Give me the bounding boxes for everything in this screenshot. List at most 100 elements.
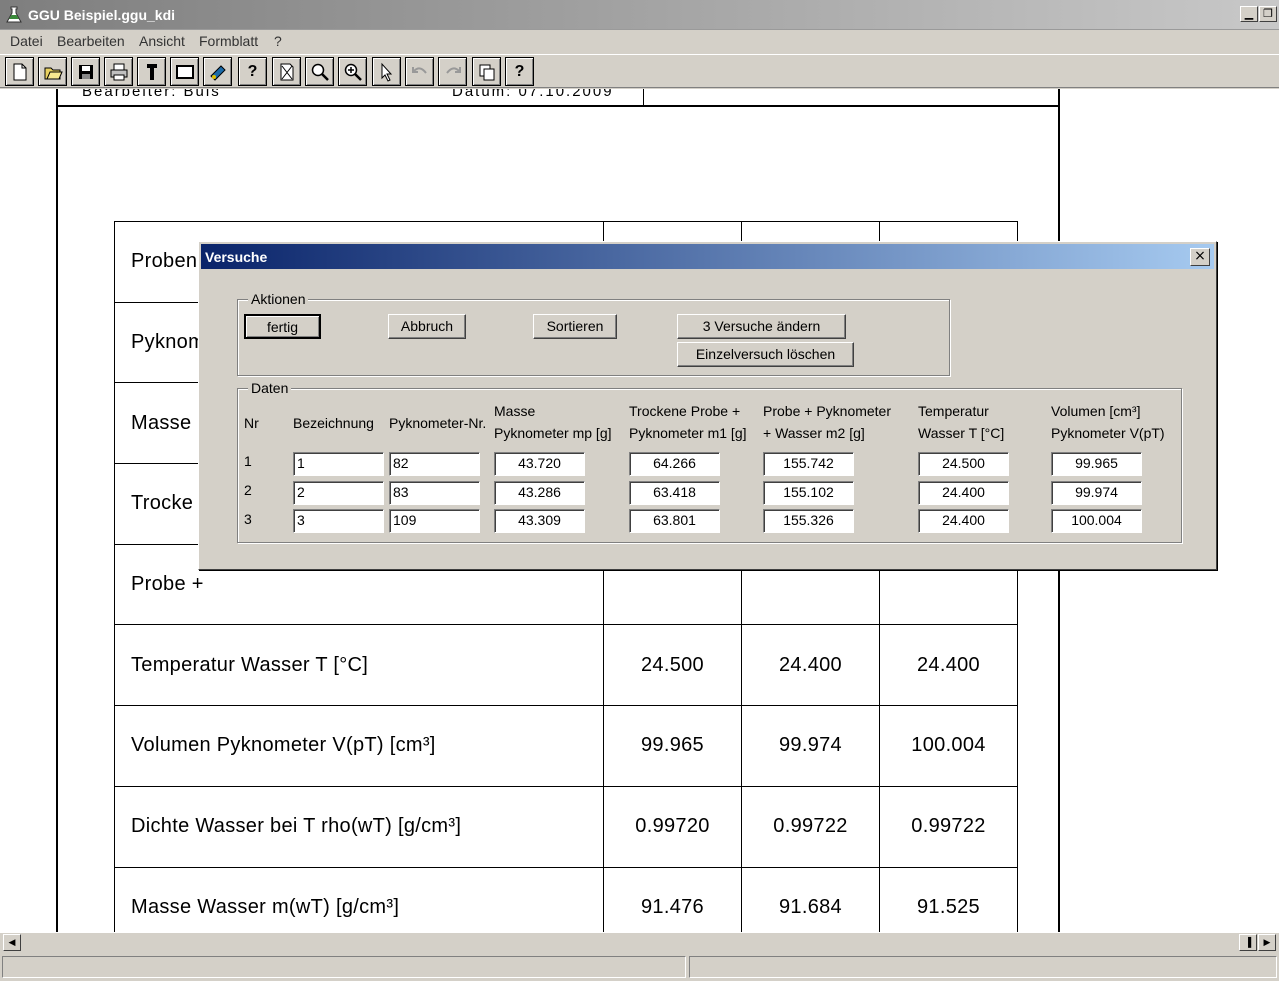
pyknometer-nr-input[interactable]: 82 (389, 452, 480, 476)
window-icon (175, 64, 194, 79)
restore-button[interactable]: ❐ (1259, 6, 1277, 22)
volume-input[interactable]: 99.974 (1051, 481, 1142, 505)
horizontal-scrollbar[interactable]: ◀ ▐ ▶ (0, 932, 1279, 952)
menu-formblatt[interactable]: Formblatt (199, 33, 258, 49)
row-value: 0.99720 (603, 785, 742, 868)
m2-input[interactable]: 155.742 (763, 452, 854, 476)
zoom-out-button[interactable] (305, 57, 334, 86)
m1-input[interactable]: 63.418 (629, 481, 720, 505)
print-button[interactable] (104, 57, 133, 86)
color-button[interactable] (203, 57, 232, 86)
close-button[interactable]: × (1190, 248, 1210, 266)
m1-input[interactable]: 63.801 (629, 509, 720, 533)
fertig-button[interactable]: fertig (244, 314, 321, 339)
row-nr: 2 (244, 482, 252, 498)
col-m2-line1: Probe + Pyknometer (763, 403, 892, 419)
mp-input[interactable]: 43.720 (494, 452, 585, 476)
einzelversuch-loeschen-button[interactable]: Einzelversuch löschen (677, 342, 854, 367)
col-pyknometer-nr: Pyknometer-Nr. (389, 415, 487, 431)
col-m2-line2: + Wasser m2 [g] (763, 425, 865, 441)
sortieren-button[interactable]: Sortieren (533, 314, 617, 339)
redo-icon (445, 66, 461, 74)
dialog-title-bar[interactable]: Versuche × (201, 244, 1214, 269)
scroll-left-button[interactable]: ◀ (3, 934, 21, 951)
pyknometer-nr-input[interactable]: 109 (389, 509, 480, 533)
copy-button[interactable] (472, 57, 501, 86)
undo-button[interactable] (405, 57, 434, 86)
table-row: Temperatur Wasser T [°C] 24.500 24.400 24.4… (114, 624, 1018, 707)
temperature-input[interactable]: 24.500 (918, 452, 1009, 476)
open-folder-icon (44, 67, 63, 79)
zoom-in-button[interactable] (338, 57, 367, 86)
row-value: 24.400 (741, 624, 880, 707)
table-row: Masse Wasser m(wT) [g/cm³] 91.476 91.684 91… (114, 866, 1018, 932)
tools-button[interactable] (137, 57, 166, 86)
status-panel-left (2, 956, 686, 978)
mp-input[interactable]: 43.309 (494, 509, 585, 533)
pointer-icon (381, 62, 392, 82)
scroll-right-button[interactable]: ▶ (1258, 934, 1276, 951)
volume-input[interactable]: 100.004 (1051, 509, 1142, 533)
help-button[interactable]: ? (238, 57, 267, 86)
scroll-right-thumb[interactable]: ▐ (1239, 934, 1257, 951)
status-bar (0, 953, 1279, 981)
zoom-in-icon (344, 63, 362, 81)
row-value: 0.99722 (741, 785, 880, 868)
help-button-2[interactable]: ? (505, 57, 534, 86)
menu-ansicht[interactable]: Ansicht (139, 33, 185, 49)
pyknometer-nr-input[interactable]: 83 (389, 481, 480, 505)
help-icon: ? (247, 62, 258, 80)
temperature-input[interactable]: 24.400 (918, 481, 1009, 505)
new-button[interactable] (5, 57, 34, 86)
undo-icon (411, 66, 427, 74)
versuche-aendern-button[interactable]: 3 Versuche ändern (677, 314, 846, 339)
mp-input[interactable]: 43.286 (494, 481, 585, 505)
header-date: Datum: 07.10.2009 (452, 89, 614, 100)
data-label: Daten (248, 380, 292, 396)
copy-icon (479, 64, 494, 80)
window-button[interactable] (170, 57, 199, 86)
header-divider (643, 89, 644, 106)
header-line (58, 105, 1058, 107)
color-icon (209, 64, 226, 81)
bezeichnung-input[interactable]: 1 (293, 452, 384, 476)
actions-label: Aktionen (248, 291, 309, 307)
menu-help[interactable]: ? (274, 33, 282, 49)
m2-input[interactable]: 155.102 (763, 481, 854, 505)
page-icon (280, 63, 293, 80)
table-row: Volumen Pyknometer V(pT) [cm³] 99.965 99.9… (114, 705, 1018, 787)
row-label: Dichte Wasser bei T rho(wT) [g/cm³] (114, 785, 604, 868)
col-t-line2: Wasser T [°C] (918, 425, 1005, 441)
redo-button[interactable] (438, 57, 467, 86)
toolbar: ? ? (0, 54, 1279, 88)
m2-input[interactable]: 155.326 (763, 509, 854, 533)
page-button[interactable] (272, 57, 301, 86)
col-bezeichnung: Bezeichnung (293, 415, 374, 431)
col-nr: Nr (244, 415, 259, 431)
menu-bearbeiten[interactable]: Bearbeiten (57, 33, 125, 49)
title-bar: GGU Beispiel.ggu_kdi ▁ ❐ (0, 0, 1279, 30)
status-panel-right (689, 956, 1277, 978)
close-icon: × (1194, 248, 1206, 264)
save-button[interactable] (71, 57, 100, 86)
col-v-line2: Pyknometer V(pT) (1051, 425, 1165, 441)
bezeichnung-input[interactable]: 2 (293, 481, 384, 505)
bezeichnung-input[interactable]: 3 (293, 509, 384, 533)
row-value: 99.965 (603, 705, 742, 787)
dialog-title: Versuche (205, 249, 268, 265)
col-v-line1: Volumen [cm³] (1051, 403, 1141, 419)
pointer-button[interactable] (372, 57, 401, 86)
m1-input[interactable]: 64.266 (629, 452, 720, 476)
row-value: 91.684 (741, 866, 880, 932)
minimize-button[interactable]: ▁ (1240, 6, 1258, 22)
temperature-input[interactable]: 24.400 (918, 509, 1009, 533)
menu-datei[interactable]: Datei (10, 33, 43, 49)
volume-input[interactable]: 99.965 (1051, 452, 1142, 476)
row-nr: 1 (244, 453, 252, 469)
abbruch-button[interactable]: Abbruch (388, 314, 466, 339)
print-icon (110, 63, 127, 80)
zoom-out-icon (311, 63, 329, 81)
open-button[interactable] (38, 57, 67, 86)
save-icon (78, 64, 93, 79)
header-editor: Bearbeiter: Buls (82, 89, 221, 100)
